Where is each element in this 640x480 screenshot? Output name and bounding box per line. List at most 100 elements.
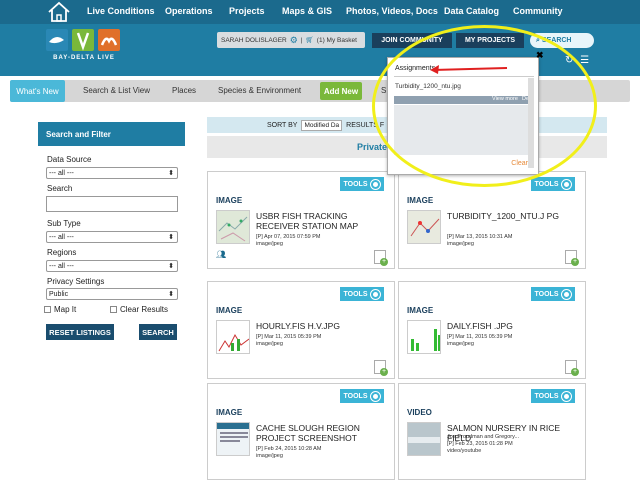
tools-label: TOOLS [534,392,559,400]
select-arrow-icon: ⬍ [168,170,174,177]
nav-projects[interactable]: Projects [229,6,265,16]
people-icon[interactable]: 👥︎ [216,250,230,259]
gear-icon [561,288,573,300]
tools-label: TOOLS [343,290,368,298]
card-title[interactable]: HOURLY.FIS H.V.JPG [256,321,392,331]
sort-by-label: SORT BY [267,121,298,129]
tools-label: TOOLS [534,180,559,188]
card-thumbnail[interactable] [407,422,441,456]
divider: | [300,36,303,44]
nav-photos-videos-docs[interactable]: Photos, Videos, Docs [346,6,438,16]
privacy-filter-label[interactable]: Private [357,142,387,152]
gear-icon[interactable]: ⚙ [290,35,298,46]
data-source-select[interactable]: --- all --- ⬍ [46,167,178,179]
reset-listings-button[interactable]: RESET LISTINGS [46,324,114,340]
subtype-select[interactable]: --- all --- ⬍ [46,231,178,243]
map-it-checkbox[interactable]: Map It [44,305,76,314]
add-to-basket-icon[interactable]: + [565,250,579,266]
basket-icon[interactable]: 🛒︎ [306,36,314,44]
subtype-label: Sub Type [47,219,81,228]
user-menu[interactable]: SARAH DOLISLAGER ⚙ | 🛒︎ (1) My Basket [217,32,365,48]
card-title[interactable]: DAILY.FISH .JPG [447,321,583,331]
card-thumbnail[interactable] [216,320,250,354]
tools-button[interactable]: TOOLS [340,287,384,301]
tools-label: TOOLS [534,290,559,298]
top-navigation: Live Conditions Operations Projects Maps… [0,0,640,24]
gear-icon [370,390,382,402]
highlight-ring [372,25,597,187]
sort-select[interactable]: Modified Da [301,119,343,131]
nav-data-catalog[interactable]: Data Catalog [444,6,499,16]
logo-text: BAY-DELTA LIVE [53,55,115,61]
card-thumbnail[interactable] [407,210,441,244]
card-type: IMAGE [216,196,243,205]
tools-label: TOOLS [343,180,368,188]
checkbox-box[interactable] [110,306,117,313]
nav-community[interactable]: Community [513,6,563,16]
nav-maps-gis[interactable]: Maps & GIS [282,6,332,16]
search-field[interactable] [46,196,178,212]
tools-button[interactable]: TOOLS [340,177,384,191]
map-it-label: Map It [54,305,77,314]
logo-bird-icon [98,29,120,51]
tools-button[interactable]: TOOLS [340,389,384,403]
site-logo[interactable] [46,29,122,69]
card-title[interactable]: CACHE SLOUGH REGION PROJECT SCREENSHOT [256,423,392,443]
tab-places[interactable]: Places [172,86,196,95]
nav-live-conditions[interactable]: Live Conditions [87,6,155,16]
clear-results-checkbox[interactable]: Clear Results [110,305,168,314]
result-card[interactable]: TOOLS IMAGE HOURLY.FIS H.V.JPG [P] Mar 1… [207,281,395,379]
tab-whats-new[interactable]: What's New [10,80,65,102]
select-arrow-icon: ⬍ [168,291,174,298]
add-to-basket-icon[interactable]: + [374,250,388,266]
card-date: [P] Mar 11, 2015 05:39 PM [256,334,322,340]
select-arrow-icon: ⬍ [168,263,174,270]
data-source-label: Data Source [47,155,92,164]
nav-operations[interactable]: Operations [165,6,213,16]
card-thumbnail[interactable] [407,320,441,354]
gear-icon [370,288,382,300]
tab-species-environment[interactable]: Species & Environment [218,86,301,95]
result-card[interactable]: TOOLS IMAGE DAILY.FISH .JPG [P] Mar 11, … [398,281,586,379]
card-author: Joe Proudman and Gregory... [447,434,520,440]
subtype-value: --- all --- [49,233,74,241]
card-title[interactable]: TURBIDITY_1200_NTU.J PG [447,211,583,221]
tools-button[interactable]: TOOLS [531,287,575,301]
basket-link[interactable]: (1) My Basket [317,37,357,44]
card-type: IMAGE [216,306,243,315]
regions-label: Regions [47,248,77,257]
checkbox-box[interactable] [44,306,51,313]
card-format: image/jpeg [256,341,283,347]
tools-button[interactable]: TOOLS [531,177,575,191]
gear-icon [370,178,382,190]
gear-icon [561,390,573,402]
card-thumbnail[interactable] [216,210,250,244]
card-date: [P] Mar 13, 2015 10:31 AM [447,234,513,240]
result-card[interactable]: TOOLS VIDEO SALMON NURSERY IN RICE FIELD… [398,383,586,480]
panel-title: Search and Filter [38,122,185,146]
add-new-button[interactable]: Add New [320,82,362,100]
tab-search-list-view[interactable]: Search & List View [83,86,150,95]
card-type: IMAGE [407,306,434,315]
card-type: IMAGE [407,196,434,205]
home-icon[interactable] [46,1,72,23]
card-title[interactable]: USBR FISH TRACKING RECEIVER STATION MAP [256,211,392,231]
privacy-label: Privacy Settings [47,277,105,286]
add-to-basket-icon[interactable]: + [374,360,388,376]
tools-button[interactable]: TOOLS [531,389,575,403]
result-card[interactable]: TOOLS IMAGE USBR FISH TRACKING RECEIVER … [207,171,395,269]
regions-select[interactable]: --- all --- ⬍ [46,260,178,272]
tools-label: TOOLS [343,392,368,400]
card-date: [P] Mar 11, 2015 05:39 PM [447,334,513,340]
card-thumbnail[interactable] [216,422,250,456]
user-name: SARAH DOLISLAGER [221,36,287,44]
card-type: IMAGE [216,408,243,417]
result-card[interactable]: TOOLS IMAGE CACHE SLOUGH REGION PROJECT … [207,383,395,480]
data-source-value: --- all --- [49,169,74,177]
add-to-basket-icon[interactable]: + [565,360,579,376]
search-button[interactable]: SEARCH [139,324,177,340]
logo-leaf-icon [72,29,94,51]
regions-value: --- all --- [49,262,74,270]
card-format: image/jpeg [447,241,474,247]
privacy-select[interactable]: Public ⬍ [46,288,178,300]
